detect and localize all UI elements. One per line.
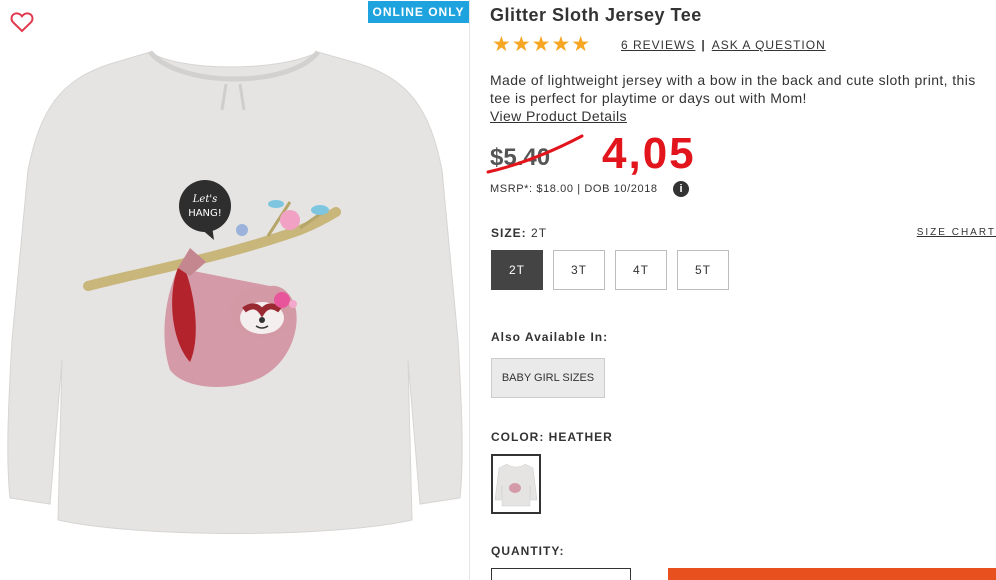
baby-girl-sizes-button[interactable]: BABY GIRL SIZES	[491, 358, 605, 398]
product-image-panel: ONLINE ONLY Let's HANG!	[0, 0, 470, 580]
ask-question-link[interactable]: ASK A QUESTION	[712, 38, 826, 52]
size-label: SIZE: 2T	[491, 226, 547, 240]
size-chart-link[interactable]: SIZE CHART	[917, 227, 996, 238]
reviews-link[interactable]: 6 REVIEWS	[621, 38, 695, 52]
quantity-input[interactable]	[491, 568, 631, 580]
svg-text:Let's: Let's	[192, 194, 217, 205]
product-image: Let's HANG!	[7, 50, 463, 534]
old-price: $5.40	[490, 144, 551, 171]
online-only-badge: ONLINE ONLY	[368, 1, 469, 23]
info-circle-icon[interactable]: i	[673, 181, 689, 197]
link-separator: |	[701, 38, 706, 52]
svg-text:HANG!: HANG!	[188, 208, 222, 219]
heart-outline-icon[interactable]	[10, 11, 34, 33]
msrp-text: MSRP*: $18.00 | DOB 10/2018	[490, 183, 658, 195]
product-description: Made of lightweight jersey with a bow in…	[490, 72, 976, 106]
size-option-3t[interactable]: 3T	[553, 250, 605, 290]
handwritten-new-price: 4,05	[602, 129, 696, 178]
color-label-text: COLOR:	[491, 430, 545, 444]
product-info-panel: Glitter Sloth Jersey Tee ★★★★★ 6 REVIEWS…	[486, 0, 996, 580]
also-available-label: Also Available In:	[491, 330, 609, 344]
quantity-label: QUANTITY:	[491, 544, 565, 558]
size-option-5t[interactable]: 5T	[677, 250, 729, 290]
color-label: COLOR: HEATHER	[491, 430, 613, 444]
color-swatch-heather[interactable]	[491, 454, 541, 514]
size-selected-value: 2T	[531, 226, 548, 240]
rating-stars[interactable]: ★★★★★	[492, 34, 591, 56]
size-option-2t[interactable]: 2T	[491, 250, 543, 290]
product-title: Glitter Sloth Jersey Tee	[490, 5, 702, 25]
view-product-details-link[interactable]: View Product Details	[490, 108, 627, 124]
size-option-4t[interactable]: 4T	[615, 250, 667, 290]
add-to-bag-button[interactable]	[668, 568, 996, 580]
review-links: 6 REVIEWS | ASK A QUESTION	[621, 38, 826, 52]
color-value: HEATHER	[548, 430, 613, 444]
swatch-thumbnail	[494, 463, 538, 507]
size-label-text: SIZE:	[491, 226, 527, 240]
